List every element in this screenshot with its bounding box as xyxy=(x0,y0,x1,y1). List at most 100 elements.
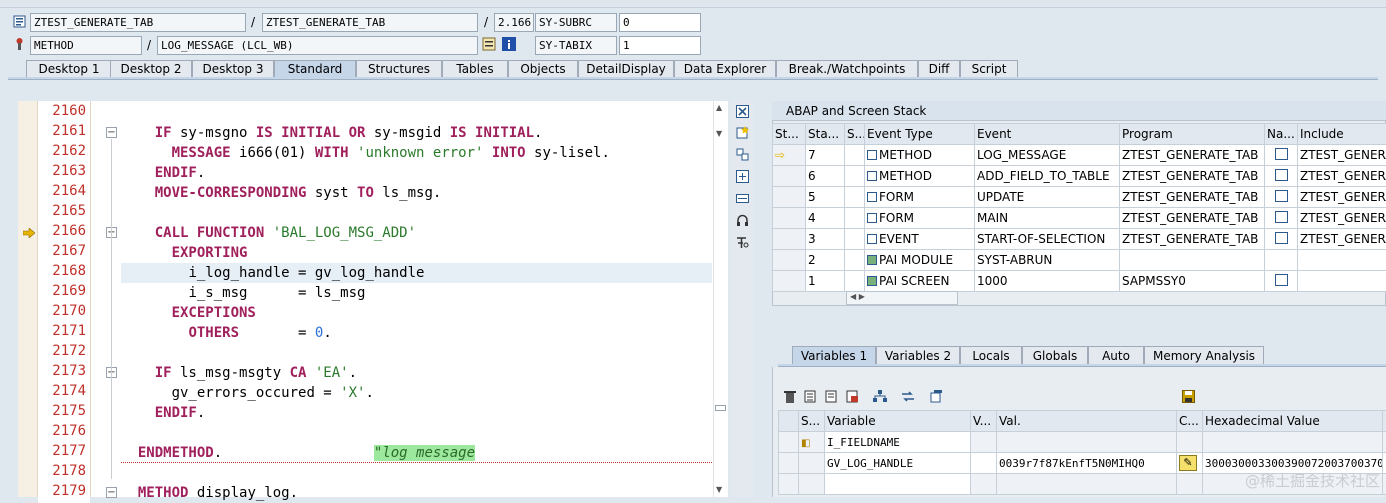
column-header[interactable]: S... xyxy=(845,124,865,145)
navigate-icon[interactable] xyxy=(1275,211,1288,223)
navigate-icon[interactable] xyxy=(1275,148,1288,160)
screen-icon xyxy=(867,255,877,265)
close-icon[interactable] xyxy=(735,104,749,118)
scroll-down-icon[interactable]: ▼ xyxy=(716,129,722,138)
tab-auto[interactable]: Auto xyxy=(1088,346,1144,365)
fold-toggle-icon[interactable]: − xyxy=(106,487,117,498)
tab-desktop-3[interactable]: Desktop 3 xyxy=(192,60,274,78)
tab-script[interactable]: Script xyxy=(960,60,1018,78)
edit-pencil-icon[interactable]: ✎ xyxy=(1179,455,1197,471)
exchange-icon[interactable] xyxy=(901,389,915,403)
maximize-icon[interactable] xyxy=(735,169,749,183)
column-header[interactable]: Include xyxy=(1298,124,1386,145)
column-header[interactable]: S... xyxy=(799,411,825,432)
stack-row[interactable]: ⇨7METHODLOG_MESSAGEZTEST_GENERATE_TABZTE… xyxy=(773,145,1386,166)
tab-objects[interactable]: Objects xyxy=(508,60,578,78)
stack-row[interactable]: 5FORMUPDATEZTEST_GENERATE_TABZTEST_GENER… xyxy=(773,187,1386,208)
column-header[interactable]: C... xyxy=(1177,411,1203,432)
load-vars-icon[interactable] xyxy=(845,389,859,403)
tab-tables[interactable]: Tables xyxy=(442,60,508,78)
scroll-up-icon[interactable]: ▲ xyxy=(716,103,722,112)
column-header[interactable]: Na... xyxy=(1265,124,1298,145)
tab-variables-1[interactable]: Variables 1 xyxy=(792,346,876,365)
stack-program: ZTEST_GENERATE_TAB xyxy=(1120,166,1265,187)
fold-toggle-icon[interactable]: − xyxy=(106,127,117,138)
navigate-icon[interactable] xyxy=(1275,274,1288,286)
info-icon[interactable] xyxy=(502,37,516,51)
stack-nav xyxy=(1265,166,1298,187)
method-icon xyxy=(867,234,877,244)
column-header[interactable]: St... xyxy=(773,124,806,145)
column-header[interactable]: Hexadecimal Value xyxy=(1203,411,1383,432)
delete-icon[interactable] xyxy=(783,389,797,403)
event-type-icon xyxy=(12,37,26,51)
column-header[interactable]: Event xyxy=(975,124,1120,145)
stack-s xyxy=(845,250,865,271)
code-line-2162: MESSAGE i666(01) WITH 'unknown error' IN… xyxy=(121,143,610,163)
tab-structures[interactable]: Structures xyxy=(356,60,442,78)
stack-s xyxy=(845,208,865,229)
navigate-icon[interactable] xyxy=(1275,190,1288,202)
swap-tool-icon[interactable] xyxy=(735,147,749,161)
stack-h-scrollbar[interactable]: ◀ ▶ xyxy=(846,291,958,305)
save-vars-icon[interactable] xyxy=(824,389,838,403)
tab-breakpoints[interactable]: Break./Watchpoints xyxy=(776,60,918,78)
column-header[interactable]: Variable xyxy=(825,411,971,432)
new-tool-icon[interactable] xyxy=(735,125,749,139)
services-icon[interactable] xyxy=(735,213,749,227)
scroll-down-icon[interactable]: ▼ xyxy=(716,485,722,494)
tab-standard[interactable]: Standard xyxy=(274,60,356,78)
column-header[interactable]: V... xyxy=(971,411,997,432)
variable-row[interactable]: ◧ I_FIELDNAME xyxy=(779,432,1386,453)
variable-name[interactable]: GV_LOG_HANDLE xyxy=(825,453,971,474)
tab-locals[interactable]: Locals xyxy=(960,346,1022,365)
column-header[interactable]: Event Type xyxy=(865,124,975,145)
navigate-icon[interactable] xyxy=(1275,232,1288,244)
column-header[interactable]: Program xyxy=(1120,124,1265,145)
stack-row[interactable]: 6METHODADD_FIELD_TO_TABLEZTEST_GENERATE_… xyxy=(773,166,1386,187)
tab-data-explorer[interactable]: Data Explorer xyxy=(674,60,776,78)
stack-row[interactable]: 4FORMMAINZTEST_GENERATE_TABZTEST_GENERA xyxy=(773,208,1386,229)
main-program-field: ZTEST_GENERATE_TAB xyxy=(30,13,246,32)
column-header[interactable]: Sta... xyxy=(806,124,845,145)
line-number: 2179 xyxy=(38,483,90,503)
stack-row[interactable]: 1PAI SCREEN1000SAPMSSY0 xyxy=(773,271,1386,292)
hierarchy-icon[interactable] xyxy=(873,389,887,403)
line-number: 2170 xyxy=(38,303,90,323)
sy-subrc-value: 0 xyxy=(619,13,701,32)
resize-icon[interactable] xyxy=(735,191,749,205)
line-number: 2178 xyxy=(38,463,90,483)
variable-value[interactable] xyxy=(997,432,1177,453)
tab-desktop-1[interactable]: Desktop 1 xyxy=(26,60,112,78)
stack-nav xyxy=(1265,145,1298,166)
save-icon[interactable] xyxy=(1181,389,1195,403)
editor-scrollbar[interactable]: ▲ ▼ ▼ xyxy=(713,101,727,497)
tab-globals[interactable]: Globals xyxy=(1022,346,1088,365)
variable-value[interactable]: 0039r7f87kEnfT5N0MIHQ0 xyxy=(997,453,1177,474)
scroll-thumb[interactable] xyxy=(715,405,726,411)
variable-name[interactable]: I_FIELDNAME xyxy=(825,432,971,453)
tab-diff[interactable]: Diff xyxy=(918,60,960,78)
tab-detaildisplay[interactable]: DetailDisplay xyxy=(578,60,674,78)
scroll-right-icon[interactable]: ▶ xyxy=(859,292,865,301)
new-window-icon[interactable] xyxy=(929,389,943,403)
stack-s xyxy=(845,145,865,166)
stack-nav xyxy=(1265,229,1298,250)
delete-all-icon[interactable] xyxy=(803,389,817,403)
tab-variables-2[interactable]: Variables 2 xyxy=(876,346,960,365)
tab-desktop-2[interactable]: Desktop 2 xyxy=(110,60,192,78)
stack-level: 1 xyxy=(806,271,845,292)
settings-icon[interactable] xyxy=(735,235,749,249)
stack-marker xyxy=(773,187,806,208)
navigate-icon[interactable] xyxy=(1275,169,1288,181)
stack-row[interactable]: 2PAI MODULESYST-ABRUN xyxy=(773,250,1386,271)
tab-memory-analysis[interactable]: Memory Analysis xyxy=(1144,346,1264,365)
stack-program: ZTEST_GENERATE_TAB xyxy=(1120,187,1265,208)
line-number-field: 2.166 xyxy=(494,13,534,32)
scroll-left-icon[interactable]: ◀ xyxy=(850,292,856,301)
stack-include xyxy=(1298,271,1386,292)
stack-row[interactable]: 3EVENTSTART-OF-SELECTIONZTEST_GENERATE_T… xyxy=(773,229,1386,250)
stack-level: 6 xyxy=(806,166,845,187)
navigate-source-icon[interactable] xyxy=(482,37,496,51)
column-header[interactable]: Val. xyxy=(997,411,1177,432)
